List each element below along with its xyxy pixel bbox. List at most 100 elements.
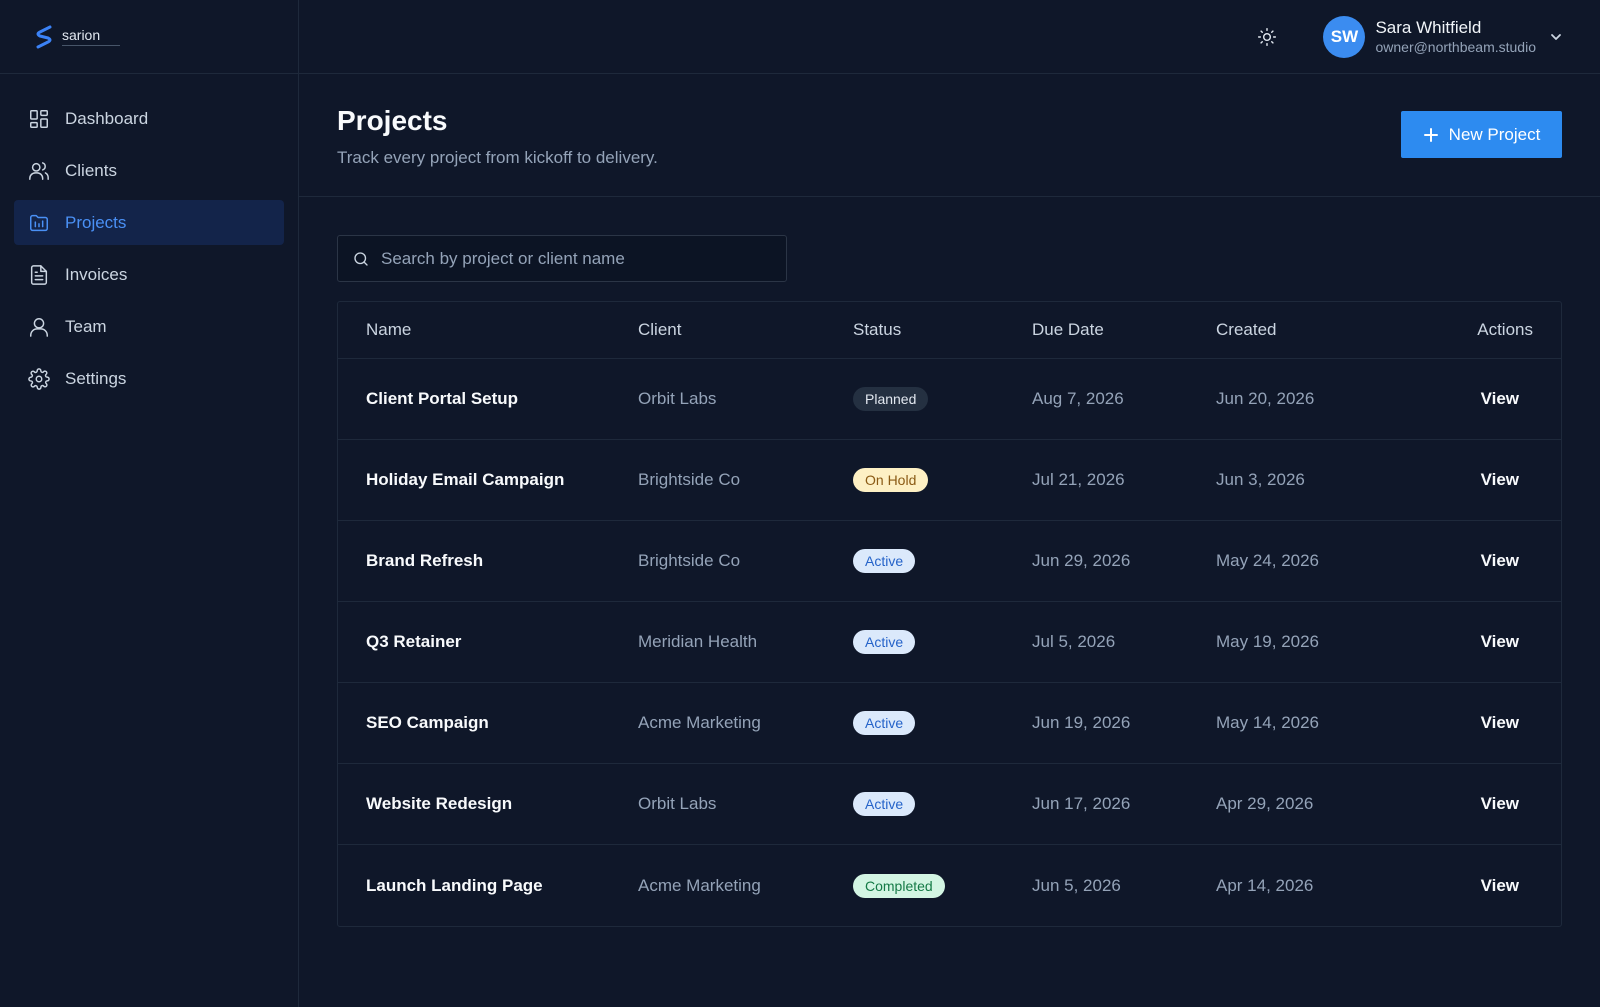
project-due-date: Jun 29, 2026 <box>1032 551 1131 570</box>
status-badge: Planned <box>853 387 929 411</box>
projects-table: Name Client Status Due Date Created Acti… <box>337 301 1562 927</box>
sidebar: sarion Dashboard Clients Projects Invoic… <box>0 0 299 1007</box>
projects-content: Name Client Status Due Date Created Acti… <box>299 197 1600 927</box>
project-name: Launch Landing Page <box>366 875 543 895</box>
table-row[interactable]: Launch Landing Page Acme Marketing Compl… <box>338 845 1561 926</box>
project-created: Apr 14, 2026 <box>1216 875 1314 895</box>
invoice-icon <box>28 264 50 286</box>
search-box[interactable] <box>337 235 787 282</box>
projects-icon <box>28 212 50 234</box>
status-badge: Active <box>853 711 916 735</box>
status-badge: On Hold <box>853 468 929 492</box>
project-due-date: Jun 17, 2026 <box>1032 794 1131 813</box>
search-icon <box>354 251 368 266</box>
table-row[interactable]: Website Redesign Orbit Labs Active Jun 1… <box>338 764 1561 845</box>
status-badge: Active <box>853 549 916 573</box>
sidebar-item-label: Projects <box>65 212 127 232</box>
sun-icon <box>1258 27 1277 46</box>
view-button[interactable]: View <box>1436 632 1561 652</box>
sidebar-item-dashboard[interactable]: Dashboard <box>14 96 284 141</box>
view-button[interactable]: View <box>1436 389 1561 409</box>
project-created: May 14, 2026 <box>1216 713 1320 732</box>
column-header-status[interactable]: Status <box>853 320 1032 340</box>
avatar: SW <box>1323 15 1366 58</box>
plus-icon <box>1423 127 1438 142</box>
status-badge: Active <box>853 792 916 816</box>
user-name: Sara Whitfield <box>1375 17 1482 37</box>
project-client: Acme Marketing <box>638 713 761 732</box>
project-client: Brightside Co <box>638 551 741 570</box>
project-client: Meridian Health <box>638 632 758 651</box>
brand-tagline <box>62 44 120 46</box>
view-button[interactable]: View <box>1436 713 1561 733</box>
project-name: Client Portal Setup <box>366 389 519 408</box>
table-row[interactable]: SEO Campaign Acme Marketing Active Jun 1… <box>338 683 1561 764</box>
new-project-label: New Project <box>1448 124 1541 144</box>
project-created: May 19, 2026 <box>1216 632 1320 651</box>
column-header-name[interactable]: Name <box>338 320 638 340</box>
project-created: Jun 3, 2026 <box>1216 470 1305 489</box>
user-menu[interactable]: SW Sara Whitfield owner@northbeam.studio <box>1323 15 1564 58</box>
view-button[interactable]: View <box>1436 551 1561 571</box>
status-badge: Completed <box>853 873 945 898</box>
dashboard-icon <box>28 108 50 130</box>
theme-toggle-button[interactable] <box>1255 25 1279 49</box>
project-created: Jun 20, 2026 <box>1216 389 1315 408</box>
column-header-due-date[interactable]: Due Date <box>1032 320 1216 340</box>
column-header-created[interactable]: Created <box>1216 320 1436 340</box>
sidebar-item-team[interactable]: Team <box>14 304 284 349</box>
main-content: SW Sara Whitfield owner@northbeam.studio… <box>299 0 1600 1007</box>
topbar: SW Sara Whitfield owner@northbeam.studio <box>299 0 1600 74</box>
sidebar-item-settings[interactable]: Settings <box>14 356 284 401</box>
project-client: Orbit Labs <box>638 389 717 408</box>
table-row[interactable]: Holiday Email Campaign Brightside Co On … <box>338 440 1561 521</box>
brand-name: sarion <box>62 26 101 43</box>
gear-icon <box>28 367 50 390</box>
new-project-button[interactable]: New Project <box>1401 111 1562 158</box>
logo-icon <box>36 25 52 48</box>
view-button[interactable]: View <box>1436 794 1561 814</box>
sidebar-item-label: Settings <box>65 368 127 388</box>
table-row[interactable]: Q3 Retainer Meridian Health Active Jul 5… <box>338 602 1561 683</box>
sidebar-item-label: Dashboard <box>65 108 149 128</box>
page-subtitle: Track every project from kickoff to deli… <box>337 148 658 167</box>
chevron-down-icon <box>1548 29 1564 45</box>
sidebar-nav: Dashboard Clients Projects Invoices Team… <box>0 74 298 401</box>
project-due-date: Jun 5, 2026 <box>1032 875 1121 895</box>
project-name: Holiday Email Campaign <box>366 470 565 489</box>
sidebar-item-label: Clients <box>65 160 117 180</box>
project-due-date: Jun 19, 2026 <box>1032 713 1131 732</box>
sidebar-item-label: Team <box>65 316 107 336</box>
project-name: Website Redesign <box>366 794 513 813</box>
sidebar-item-projects[interactable]: Projects <box>14 200 284 245</box>
project-name: Brand Refresh <box>366 551 484 570</box>
project-due-date: Jul 21, 2026 <box>1032 470 1125 489</box>
user-email: owner@northbeam.studio <box>1375 38 1536 55</box>
user-icon <box>28 316 50 338</box>
project-due-date: Jul 5, 2026 <box>1032 632 1116 651</box>
column-header-actions: Actions <box>1477 320 1533 339</box>
project-created: Apr 29, 2026 <box>1216 794 1314 813</box>
project-client: Acme Marketing <box>638 875 761 895</box>
project-client: Brightside Co <box>638 470 741 489</box>
status-badge: Active <box>853 630 916 654</box>
view-button[interactable]: View <box>1436 876 1561 896</box>
table-row[interactable]: Brand Refresh Brightside Co Active Jun 2… <box>338 521 1561 602</box>
users-icon <box>28 160 50 182</box>
page-header: Projects Track every project from kickof… <box>299 74 1600 197</box>
project-name: SEO Campaign <box>366 713 489 732</box>
table-header-row: Name Client Status Due Date Created Acti… <box>338 302 1561 359</box>
sidebar-item-clients[interactable]: Clients <box>14 148 284 193</box>
page-title: Projects <box>337 105 448 136</box>
brand-logo[interactable]: sarion <box>0 0 298 74</box>
project-created: May 24, 2026 <box>1216 551 1320 570</box>
sidebar-item-invoices[interactable]: Invoices <box>14 252 284 297</box>
sidebar-item-label: Invoices <box>65 264 128 284</box>
column-header-client[interactable]: Client <box>638 320 853 340</box>
project-client: Orbit Labs <box>638 794 717 813</box>
project-due-date: Aug 7, 2026 <box>1032 389 1124 408</box>
table-row[interactable]: Client Portal Setup Orbit Labs Planned A… <box>338 359 1561 440</box>
view-button[interactable]: View <box>1436 470 1561 490</box>
project-name: Q3 Retainer <box>366 632 462 651</box>
search-input[interactable] <box>381 248 781 269</box>
